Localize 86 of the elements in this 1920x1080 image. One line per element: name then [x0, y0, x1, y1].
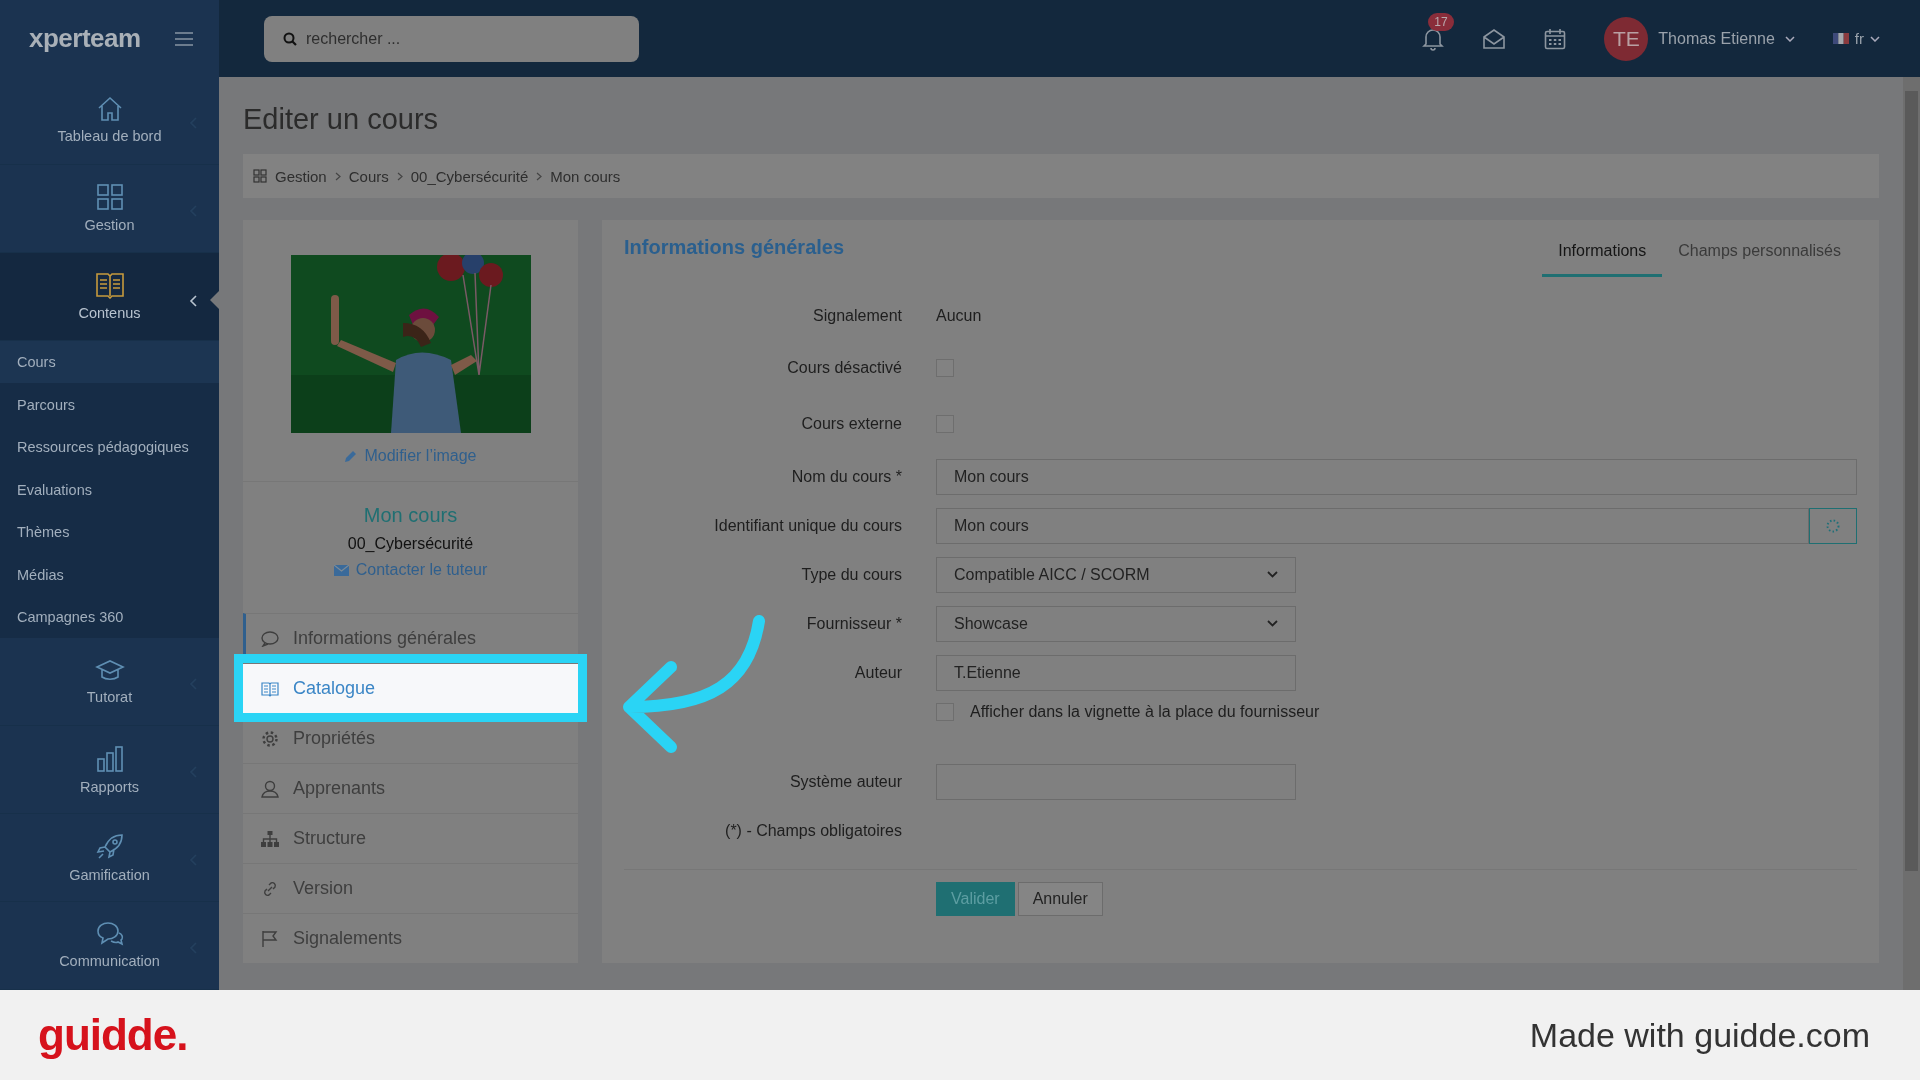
sidebar-subitem[interactable]: Parcours [0, 383, 219, 426]
input-field[interactable]: Mon cours [936, 507, 1809, 544]
flag-icon [1832, 33, 1849, 44]
chevron-icon [396, 171, 403, 181]
book-icon [261, 680, 279, 697]
breadcrumb-link[interactable]: Gestion [275, 167, 327, 185]
chevron-icon [189, 294, 197, 307]
rocket-icon [95, 832, 124, 861]
scrollbar[interactable] [1903, 77, 1920, 990]
course-menu-item[interactable]: Version [243, 863, 578, 913]
search-field[interactable]: rechercher ... [264, 15, 639, 62]
input-field[interactable]: T.Etienne [936, 654, 1296, 691]
dropdown[interactable]: Showcase [936, 605, 1296, 642]
sidebar-subitem[interactable]: Evaluations [0, 468, 219, 511]
pencil-icon [344, 449, 358, 463]
sidebar-item[interactable]: Contenus [0, 252, 219, 341]
caret-icon [1870, 35, 1880, 42]
field-label: Signalement [813, 306, 902, 324]
course-title: Mon cours [363, 504, 458, 527]
sidebar-item[interactable]: Gestion [0, 164, 219, 253]
calendar-icon[interactable] [1544, 27, 1567, 50]
chevron-icon [334, 171, 341, 181]
sidebar-item[interactable]: Gamification [0, 814, 219, 903]
field-label: Identifiant unique du cours [714, 516, 902, 534]
spinner-icon [1826, 518, 1840, 533]
caret-icon [1267, 620, 1278, 627]
chevron-icon [536, 171, 543, 181]
envelope-icon[interactable] [1482, 27, 1507, 50]
field-value: Aucun [936, 306, 982, 325]
breadcrumb-link[interactable]: Cours [348, 167, 389, 185]
sidebar-item[interactable]: Rapports [0, 726, 219, 815]
course-menu-item[interactable]: Apprenants [243, 763, 578, 813]
course-menu-item[interactable]: Signalements [243, 913, 578, 963]
envelope-icon [333, 564, 349, 576]
course-menu-item[interactable]: Propriétés [243, 713, 578, 763]
gear-icon [261, 729, 279, 748]
user-menu[interactable]: TE Thomas Etienne [1604, 16, 1795, 61]
breadcrumb-link[interactable]: 00_Cybersécurité [410, 167, 529, 185]
sidebar-item[interactable]: Tableau de bord [0, 77, 219, 165]
course-menu-item[interactable]: Structure [243, 813, 578, 863]
sidebar-item[interactable]: Tutorat [0, 638, 219, 727]
caret-icon [1784, 35, 1795, 42]
sidebar-subitem[interactable]: Ressources pédagogiques [0, 425, 219, 469]
footer-text: Made with guidde.com [1529, 1015, 1870, 1055]
input-field[interactable]: Mon cours [936, 458, 1857, 495]
book-icon [94, 271, 125, 300]
required-note: (*) - Champs obligatoires [725, 821, 902, 839]
field-label: Type du cours [801, 565, 902, 583]
section-heading: Informations générales [624, 236, 845, 259]
sidebar-subitem[interactable]: Thèmes [0, 510, 219, 554]
sidebar-subitem[interactable]: Cours [0, 340, 219, 384]
generate-button[interactable] [1809, 507, 1857, 544]
chat-bubbles-icon [94, 921, 125, 948]
sidebar-subitem[interactable]: Médias [0, 553, 219, 596]
page-title: Editer un cours [243, 102, 440, 137]
grid-icon [95, 183, 124, 212]
hierarchy-icon [261, 830, 279, 847]
checkbox-label: Afficher dans la vignette à la place du fournisseur [970, 703, 1320, 721]
field-label: Nom du cours * [791, 467, 902, 485]
user-icon [261, 779, 279, 798]
field-label: Auteur [854, 663, 902, 681]
grid-icon [253, 169, 267, 183]
field-label: Cours désactivé [787, 359, 902, 376]
menu-icon[interactable] [175, 31, 193, 46]
language-menu[interactable]: fr [1832, 30, 1880, 47]
sidebar-item[interactable]: Communication [0, 902, 219, 990]
field-label: Fournisseur * [806, 614, 902, 632]
flag-icon [261, 929, 279, 948]
bar-chart-icon [95, 744, 124, 773]
search-icon [283, 31, 297, 46]
speech-bubble-icon [261, 630, 279, 647]
dropdown[interactable]: Compatible AICC / SCORM [936, 556, 1296, 593]
footer-logo: guidde. [38, 1010, 188, 1060]
cancel-button[interactable]: Annuler [1017, 882, 1103, 916]
graduation-cap-icon [94, 658, 125, 683]
user-avatar: TE [1604, 16, 1649, 61]
course-category: 00_Cybersécurité [347, 535, 474, 553]
caret-icon [1267, 571, 1278, 578]
link-icon [261, 879, 279, 898]
tab[interactable]: Informations [1542, 236, 1663, 277]
sidebar-subitem[interactable]: Campagnes 360 [0, 595, 219, 639]
tab[interactable]: Champs personnalisés [1662, 236, 1857, 277]
notification-badge: 17 [1428, 12, 1454, 31]
field-label: Système auteur [789, 772, 902, 790]
language-code: fr [1854, 30, 1864, 47]
field-label: Cours externe [801, 415, 902, 432]
